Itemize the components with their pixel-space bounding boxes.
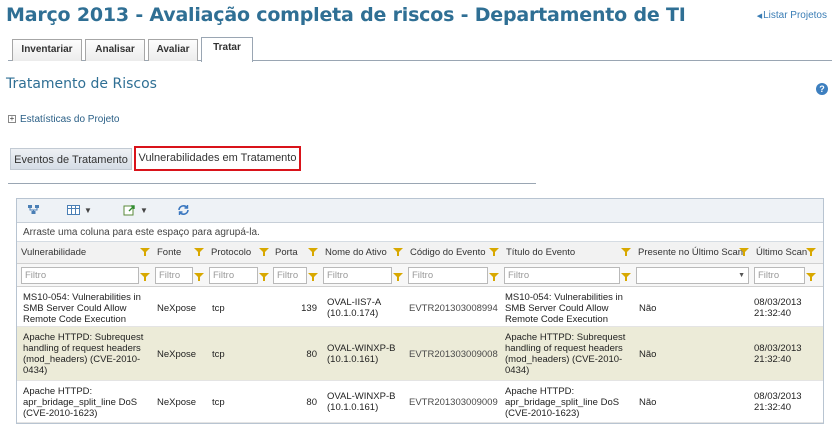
filter-icon[interactable] xyxy=(806,248,816,256)
divider xyxy=(8,183,536,184)
tab-analisar[interactable]: Analisar xyxy=(85,39,145,61)
cell-protocolo: tcp xyxy=(212,303,225,314)
cell-codigo-do-evento: EVTR201303009008 xyxy=(409,349,498,360)
export-icon xyxy=(123,205,135,216)
cell-ultimo-scan: 08/03/2013 21:32:40 xyxy=(754,297,802,319)
list-projects-link[interactable]: ◀Listar Projetos xyxy=(757,10,827,21)
cell-vulnerabilidade: Apache HTTPD: apr_bridage_split_line DoS(… xyxy=(23,386,138,419)
filter-icon[interactable] xyxy=(806,273,816,281)
cell-ultimo-scan: 08/03/2013 21:32:40 xyxy=(754,343,802,365)
filter-input-ultimo-scan[interactable]: Filtro xyxy=(754,267,805,284)
cell-presente-no-ultimo-scan: Não xyxy=(639,303,657,314)
cell-codigo-do-evento: EVTR201303009009 xyxy=(409,397,498,408)
table-row[interactable]: Apache HTTPD: apr_bridage_split_line DoS(… xyxy=(17,381,823,423)
cell-fonte: NeXpose xyxy=(157,303,197,314)
columns-icon xyxy=(67,205,80,215)
filter-input-protocolo[interactable]: Filtro xyxy=(209,267,258,284)
filter-icon[interactable] xyxy=(621,248,631,256)
column-header-codigo-do-evento[interactable]: Código do Evento xyxy=(406,242,502,264)
filter-icon[interactable] xyxy=(259,273,269,281)
tab-treatment-events[interactable]: Eventos de Tratamento xyxy=(10,148,132,170)
filter-input-titulo-do-evento[interactable]: Filtro xyxy=(504,267,620,284)
cell-nome-do-ativo: OVAL-WINXP-B (10.1.0.161) xyxy=(327,391,396,413)
cell-porta: 80 xyxy=(306,349,317,360)
cell-codigo-do-evento: EVTR201303008994 xyxy=(409,303,498,314)
table-row[interactable]: MS10-054: Vulnerabilities in SMB Server C… xyxy=(17,287,823,327)
filter-icon[interactable] xyxy=(393,248,403,256)
filter-select-presente-no-ultimo-scan[interactable]: ▼ xyxy=(636,267,749,284)
chevron-down-icon: ▼ xyxy=(84,205,92,215)
filter-icon[interactable] xyxy=(308,273,318,281)
filter-input-nome-do-ativo[interactable]: Filtro xyxy=(323,267,392,284)
column-header-ultimo-scan[interactable]: Último Scan xyxy=(752,242,823,264)
filter-icon[interactable] xyxy=(259,248,269,256)
cell-vulnerabilidade: MS10-054: Vulnerabilities in SMB Server C… xyxy=(23,292,141,325)
cell-porta: 80 xyxy=(306,397,317,408)
cell-nome-do-ativo: OVAL-IIS7-A (10.1.0.174) xyxy=(327,297,382,319)
chevron-down-icon: ▼ xyxy=(140,205,148,215)
filter-icon[interactable] xyxy=(140,273,150,281)
cell-nome-do-ativo: OVAL-WINXP-B (10.1.0.161) xyxy=(327,343,396,365)
filter-icon[interactable] xyxy=(140,248,150,256)
vulnerabilities-grid: ▼ ▼ Arraste uma coluna para este espaço … xyxy=(16,198,824,424)
filter-icon[interactable] xyxy=(739,248,749,256)
cell-ultimo-scan: 08/03/2013 21:32:40 xyxy=(754,391,802,413)
filter-input-codigo-do-evento[interactable]: Filtro xyxy=(408,267,488,284)
export-button[interactable]: ▼ xyxy=(123,204,148,218)
filter-input-fonte[interactable]: Filtro xyxy=(155,267,193,284)
filter-input-vulnerabilidade[interactable]: Filtro xyxy=(21,267,139,284)
cell-vulnerabilidade: Apache HTTPD: Subrequest handling of requ… xyxy=(23,332,144,376)
filter-icon[interactable] xyxy=(308,248,318,256)
cell-titulo-do-evento: MS10-054: Vulnerabilities in SMB Server C… xyxy=(505,292,623,325)
column-header-protocolo[interactable]: Protocolo xyxy=(207,242,271,264)
filter-icon[interactable] xyxy=(489,248,499,256)
cell-presente-no-ultimo-scan: Não xyxy=(639,397,657,408)
tab-inventariar[interactable]: Inventariar xyxy=(12,39,82,61)
refresh-button[interactable] xyxy=(177,204,190,218)
project-stats-toggle[interactable]: + Estatísticas do Projeto xyxy=(8,114,120,125)
cell-titulo-do-evento: Apache HTTPD: Subrequest handling of requ… xyxy=(505,332,626,376)
tab-avaliar[interactable]: Avaliar xyxy=(148,39,198,61)
list-projects-label: Listar Projetos xyxy=(763,10,827,21)
tab-tratar[interactable]: Tratar xyxy=(201,37,253,62)
columns-button[interactable]: ▼ xyxy=(67,204,92,218)
cell-titulo-do-evento: Apache HTTPD: apr_bridage_split_line DoS(… xyxy=(505,386,620,419)
refresh-icon xyxy=(178,205,189,215)
column-header-presente-no-ultimo-scan[interactable]: Presente no Último Scan xyxy=(634,242,752,264)
main-tabs: Inventariar Analisar Avaliar Tratar xyxy=(8,37,832,62)
chevron-down-icon: ▼ xyxy=(738,272,745,279)
filter-icon[interactable] xyxy=(621,273,631,281)
filter-icon[interactable] xyxy=(489,273,499,281)
section-title: Tratamento de Riscos xyxy=(6,76,157,92)
column-header-nome-do-ativo[interactable]: Nome do Ativo xyxy=(321,242,406,264)
filter-icon[interactable] xyxy=(194,248,204,256)
table-row[interactable]: Apache HTTPD: Subrequest handling of requ… xyxy=(17,327,823,381)
hierarchy-button[interactable] xyxy=(27,204,40,218)
column-header-titulo-do-evento[interactable]: Título do Evento xyxy=(502,242,634,264)
tab-vulnerabilities-in-treatment[interactable]: Vulnerabilidades em Tratamento xyxy=(134,146,301,171)
filter-input-porta[interactable]: Filtro xyxy=(273,267,307,284)
grid-header: Vulnerabilidade Fonte Protocolo Porta No… xyxy=(17,242,823,264)
filter-icon[interactable] xyxy=(194,273,204,281)
expand-icon: + xyxy=(8,114,16,124)
arrow-left-icon: ◀ xyxy=(756,13,763,20)
cell-porta: 139 xyxy=(301,303,317,314)
grid-toolbar: ▼ ▼ xyxy=(17,199,823,223)
cell-protocolo: tcp xyxy=(212,397,225,408)
column-header-vulnerabilidade[interactable]: Vulnerabilidade xyxy=(17,242,153,264)
filter-icon[interactable] xyxy=(393,273,403,281)
filter-row: Filtro Filtro Filtro Filtro Filtro Filtr… xyxy=(17,264,823,287)
cell-protocolo: tcp xyxy=(212,349,225,360)
project-stats-label: Estatísticas do Projeto xyxy=(20,114,120,125)
cell-presente-no-ultimo-scan: Não xyxy=(639,349,657,360)
group-by-drop-zone[interactable]: Arraste uma coluna para este espaço para… xyxy=(17,223,823,242)
page-title: Março 2013 - Avaliação completa de risco… xyxy=(6,4,686,26)
help-icon[interactable]: ? xyxy=(816,83,828,95)
cell-fonte: NeXpose xyxy=(157,397,197,408)
cell-fonte: NeXpose xyxy=(157,349,197,360)
hierarchy-icon xyxy=(28,205,39,214)
